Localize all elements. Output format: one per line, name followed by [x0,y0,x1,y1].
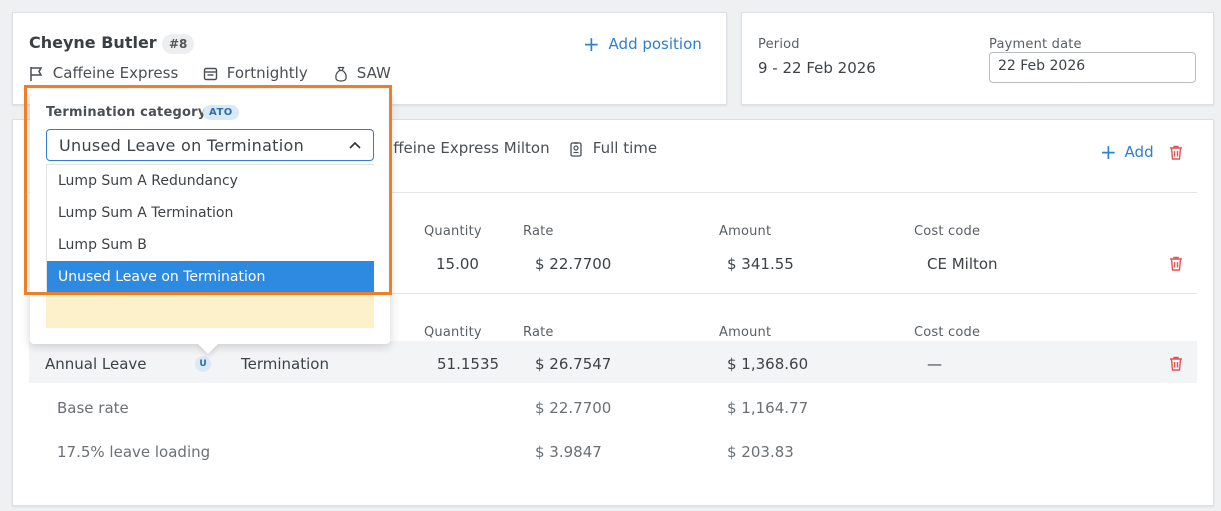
add-position-button[interactable]: + Add position [583,32,702,56]
company-name: Caffeine Express [52,64,179,82]
calendar-icon [203,67,218,81]
period-value: 9 - 22 Feb 2026 [758,59,876,77]
category-option[interactable]: Lump Sum B [47,229,374,261]
pay-frequency: Fortnightly [226,64,308,82]
selected-category: Unused Leave on Termination [59,136,305,155]
sub-row-amount: $ 203.83 [727,443,794,461]
award-meta: SAW [334,64,391,82]
employee-number-badge: #8 [162,34,195,54]
header-amount: Amount [719,325,772,340]
id-badge-icon [570,141,582,157]
ato-badge: ATO [203,105,239,120]
plus-icon: + [1100,140,1117,164]
employment-type: Full time [592,139,658,157]
sub-row-label: 17.5% leave loading [57,443,211,461]
sub-row-rate: $ 3.9847 [535,443,602,461]
earnings-cost-code: CE Milton [927,255,998,273]
employment-type-meta: Full time [570,139,657,157]
delete-position-icon[interactable] [1169,145,1183,160]
sub-row-label: Base rate [57,399,129,417]
earnings-rate: $ 22.7700 [535,255,612,273]
add-line-button[interactable]: + Add [1100,140,1154,164]
category-option-selected[interactable]: Unused Leave on Termination [47,261,374,293]
leave-quantity: 51.1535 [437,355,500,373]
plus-icon: + [583,32,600,56]
frequency-meta: Fortnightly [203,64,308,82]
chevron-up-icon [349,141,361,149]
warning-strip [46,290,374,328]
category-option[interactable]: Lump Sum A Termination [47,197,374,229]
leave-type: Termination [241,355,329,373]
header-amount: Amount [719,224,772,239]
header-quantity: Quantity [424,224,482,239]
leave-name: Annual Leave [45,355,147,373]
payment-date-input[interactable]: 22 Feb 2026 [989,52,1196,83]
flag-icon [30,66,43,81]
delete-earnings-icon[interactable] [1169,256,1183,271]
position-location: affeine Express Milton [384,139,550,157]
sub-row-rate: $ 22.7700 [535,399,612,417]
termination-category-select[interactable]: Unused Leave on Termination [46,129,374,161]
money-bag-icon [335,66,347,82]
header-quantity: Quantity [424,325,482,340]
leave-cost-code: — [927,355,942,373]
leave-rate: $ 26.7547 [535,355,612,373]
unused-leave-badge: U [195,356,211,372]
header-cost-code: Cost code [914,325,981,340]
award-name: SAW [356,64,391,82]
earnings-quantity: 15.00 [436,255,479,273]
period-label: Period [758,37,800,52]
category-option[interactable]: Lump Sum A Redundancy [47,165,374,197]
sub-row-amount: $ 1,164.77 [727,399,809,417]
header-rate: Rate [523,325,554,340]
header-rate: Rate [523,224,554,239]
delete-leave-icon[interactable] [1169,356,1183,371]
payment-date-label: Payment date [989,37,1082,52]
employee-name: Cheyne Butler [29,33,157,52]
position-location-meta: affeine Express Milton [384,139,550,157]
header-cost-code: Cost code [914,224,981,239]
company-meta: Caffeine Express [29,64,178,82]
add-line-label: Add [1124,143,1154,161]
leave-amount: $ 1,368.60 [727,355,809,373]
add-position-label: Add position [608,35,702,53]
earnings-amount: $ 341.55 [727,255,794,273]
termination-category-label: Termination category [46,105,207,120]
